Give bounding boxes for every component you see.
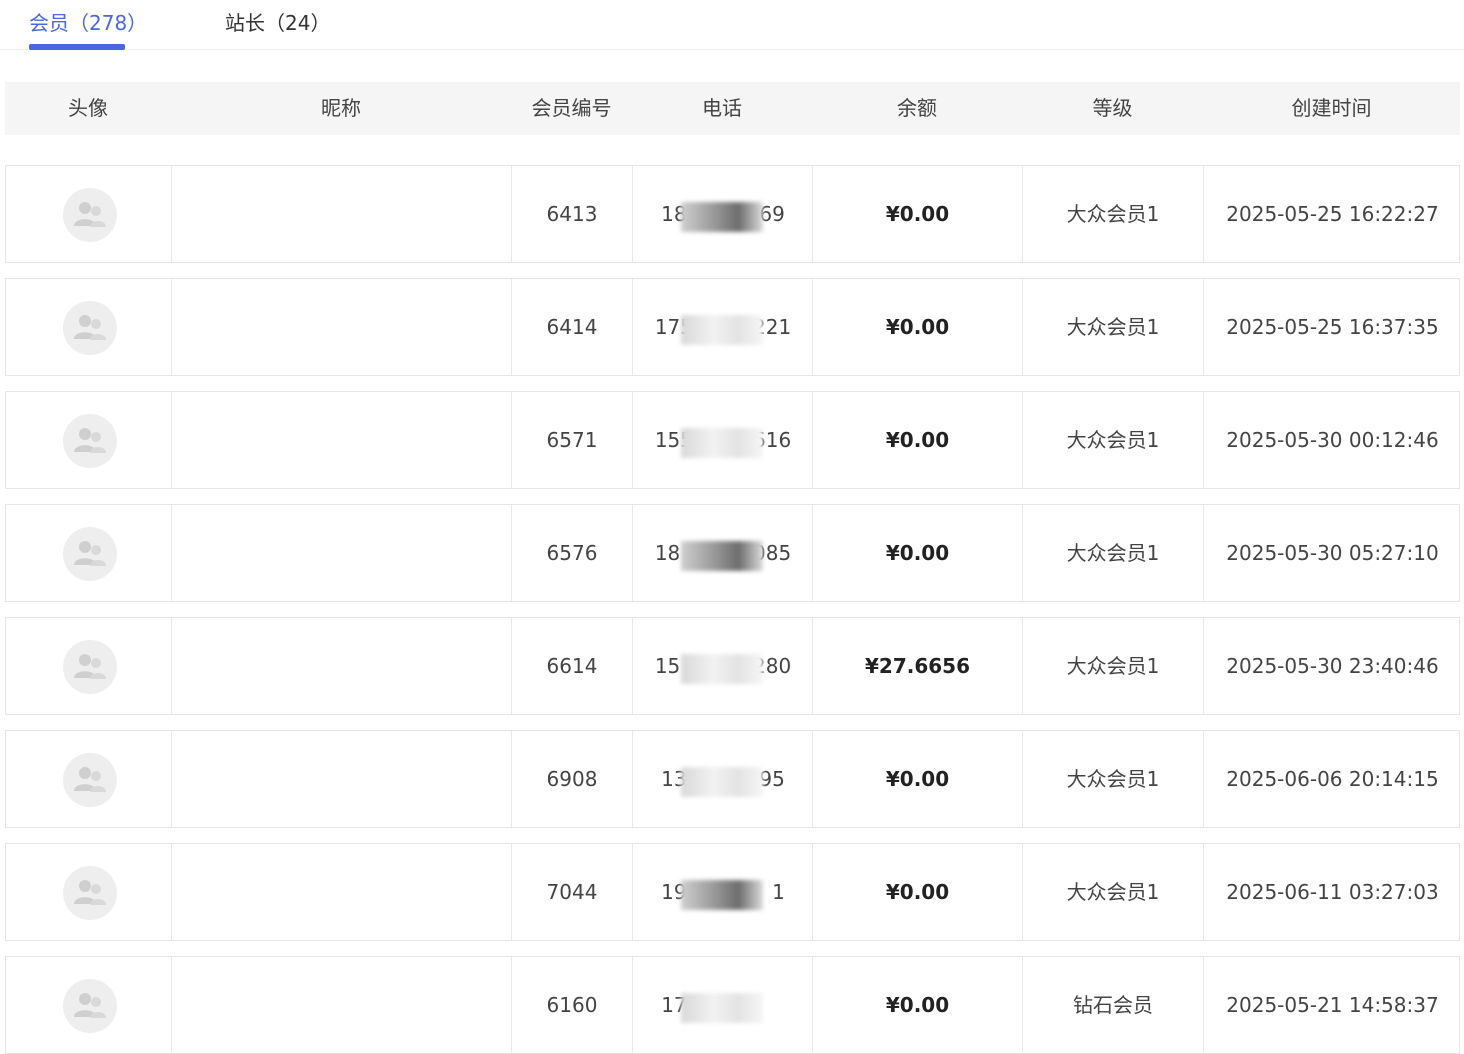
created-time-cell: 2025-06-11 03:27:03 xyxy=(1226,880,1439,904)
member-id-cell: 6571 xyxy=(512,392,633,488)
table-row[interactable]: 6160 17322 ¥0.00 钻石会员 2025-05-21 14:58:3… xyxy=(5,956,1460,1054)
column-header-level: 等级 xyxy=(1092,96,1133,120)
table-row[interactable]: 6576 18 3085 ¥0.00 大众会员1 2025-05-30 05:27… xyxy=(5,504,1460,602)
phone-divider xyxy=(633,618,813,714)
level-cell: 钻石会员 xyxy=(1023,957,1204,1053)
table-row[interactable]: 6571 155 616 ¥0.00 大众会员1 2025-05-30 00:12… xyxy=(5,391,1460,489)
nickname-cell xyxy=(172,505,512,601)
level-cell: 大众会员1 xyxy=(1023,166,1204,262)
column-header-avatar: 头像 xyxy=(68,96,108,120)
table-row[interactable]: 6614 15 4280 ¥27.6656 大众会员1 2025-05-30 23… xyxy=(5,617,1460,715)
balance-cell: ¥0.00 xyxy=(813,957,1023,1053)
table-header: 头像 昵称 会员编号 电话 余额 等级 创建时间 xyxy=(5,82,1460,135)
active-tab-indicator xyxy=(29,44,125,50)
nickname-cell xyxy=(172,166,512,262)
phone-divider xyxy=(633,166,813,262)
created-time-cell: 2025-05-30 23:40:46 xyxy=(1226,654,1439,678)
table-row[interactable]: 6413 18 269 ¥0.00 大众会员1 2025-05-25 16:22:… xyxy=(5,165,1460,263)
balance-cell: ¥27.6656 xyxy=(813,618,1023,714)
member-id-cell: 6413 xyxy=(512,166,633,262)
table-row[interactable]: 7044 19981 ¥0.00 大众会员1 2025-06-11 03:27:… xyxy=(5,843,1460,941)
phone-divider xyxy=(633,957,813,1053)
user-placeholder-icon xyxy=(74,767,106,792)
table-row[interactable]: 6414 175 221 ¥0.00 大众会员1 2025-05-25 16:37… xyxy=(5,278,1460,376)
tab-station-masters[interactable]: 站长（24） xyxy=(225,8,330,38)
balance-cell: ¥0.00 xyxy=(813,279,1023,375)
avatar[interactable] xyxy=(63,188,117,242)
user-placeholder-icon xyxy=(74,315,106,340)
user-placeholder-icon xyxy=(74,541,106,566)
avatar-cell xyxy=(6,957,172,1053)
level-cell: 大众会员1 xyxy=(1023,618,1204,714)
column-header-nickname: 昵称 xyxy=(321,96,361,120)
phone-divider xyxy=(633,844,813,940)
nickname-cell xyxy=(172,731,512,827)
user-placeholder-icon xyxy=(74,202,106,227)
phone-divider xyxy=(633,731,813,827)
avatar[interactable] xyxy=(63,301,117,355)
user-placeholder-icon xyxy=(74,993,106,1018)
member-id-cell: 6614 xyxy=(512,618,633,714)
level-cell: 大众会员1 xyxy=(1023,279,1204,375)
level-cell: 大众会员1 xyxy=(1023,844,1204,940)
balance-cell: ¥0.00 xyxy=(813,166,1023,262)
member-id-cell: 6160 xyxy=(512,957,633,1053)
level-cell: 大众会员1 xyxy=(1023,731,1204,827)
avatar-cell xyxy=(6,844,172,940)
user-placeholder-icon xyxy=(74,880,106,905)
column-header-balance: 余额 xyxy=(897,96,937,120)
balance-cell: ¥0.00 xyxy=(813,844,1023,940)
avatar-cell xyxy=(6,392,172,488)
phone-divider xyxy=(633,392,813,488)
avatar-cell xyxy=(6,731,172,827)
avatar[interactable] xyxy=(63,866,117,920)
tab-bar: 会员（278） 站长（24） xyxy=(0,0,1464,50)
nickname-cell xyxy=(172,844,512,940)
avatar[interactable] xyxy=(63,527,117,581)
created-time-cell: 2025-05-25 16:37:35 xyxy=(1226,315,1439,339)
avatar[interactable] xyxy=(63,979,117,1033)
avatar[interactable] xyxy=(63,414,117,468)
avatar-cell xyxy=(6,279,172,375)
member-id-cell: 6414 xyxy=(512,279,633,375)
created-time-cell: 2025-05-21 14:58:37 xyxy=(1226,993,1439,1017)
column-header-member-id: 会员编号 xyxy=(531,96,612,120)
level-cell: 大众会员1 xyxy=(1023,505,1204,601)
balance-cell: ¥0.00 xyxy=(813,731,1023,827)
created-time-cell: 2025-05-30 00:12:46 xyxy=(1226,428,1439,452)
user-placeholder-icon xyxy=(74,654,106,679)
nickname-cell xyxy=(172,957,512,1053)
tab-members[interactable]: 会员（278） xyxy=(29,8,147,38)
user-placeholder-icon xyxy=(74,428,106,453)
balance-cell: ¥0.00 xyxy=(813,505,1023,601)
created-time-cell: 2025-05-25 16:22:27 xyxy=(1226,202,1439,226)
avatar-cell xyxy=(6,618,172,714)
avatar-cell xyxy=(6,505,172,601)
table-row[interactable]: 6908 13795 ¥0.00 大众会员1 2025-06-06 20:14:… xyxy=(5,730,1460,828)
level-cell: 大众会员1 xyxy=(1023,392,1204,488)
nickname-cell xyxy=(172,618,512,714)
member-id-cell: 6908 xyxy=(512,731,633,827)
avatar-cell xyxy=(6,166,172,262)
column-header-created-time: 创建时间 xyxy=(1291,96,1372,120)
balance-cell: ¥0.00 xyxy=(813,392,1023,488)
phone-divider xyxy=(633,279,813,375)
created-time-cell: 2025-05-30 05:27:10 xyxy=(1226,541,1439,565)
phone-divider xyxy=(633,505,813,601)
nickname-cell xyxy=(172,392,512,488)
member-id-cell: 7044 xyxy=(512,844,633,940)
avatar[interactable] xyxy=(63,753,117,807)
member-id-cell: 6576 xyxy=(512,505,633,601)
created-time-cell: 2025-06-06 20:14:15 xyxy=(1226,767,1439,791)
nickname-cell xyxy=(172,279,512,375)
column-header-phone: 电话 xyxy=(702,96,742,120)
avatar[interactable] xyxy=(63,640,117,694)
